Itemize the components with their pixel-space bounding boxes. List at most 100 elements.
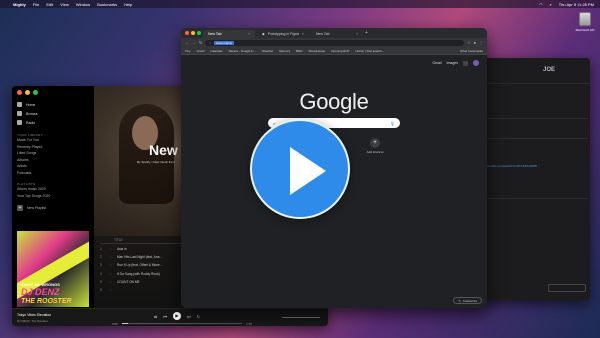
menu-window[interactable]: Window <box>76 2 90 7</box>
apps-grid-icon[interactable] <box>463 60 468 66</box>
bookmark-item[interactable]: Weather <box>262 49 273 53</box>
now-playing-title[interactable]: Tokyo Vibes Elevation <box>17 313 51 317</box>
nav-home[interactable]: Home <box>17 100 89 109</box>
nav-browse[interactable]: Browse <box>17 109 89 118</box>
pencil-icon: ✎ <box>458 298 461 303</box>
divider <box>470 198 588 199</box>
heart-icon[interactable]: ♡ <box>109 255 114 259</box>
bookmark-item[interactable]: Tiny <box>185 49 191 53</box>
search-icon: ⌕ <box>209 40 212 45</box>
close-button[interactable] <box>185 31 189 35</box>
now-playing-cover[interactable]: EIGHT MY WRONGS DJ DENZ THE ROOSTER <box>17 231 89 307</box>
profile-icon[interactable]: ● <box>474 40 476 45</box>
minimize-button[interactable] <box>25 90 30 95</box>
new-tab-button[interactable]: + <box>365 30 368 36</box>
images-link[interactable]: Images <box>447 61 458 65</box>
close-icon[interactable]: × <box>302 32 304 36</box>
avatar[interactable] <box>473 60 479 66</box>
previous-icon[interactable]: ⏮ <box>163 314 167 319</box>
address-input[interactable]: www.mighty <box>214 40 235 45</box>
zoom-button[interactable] <box>197 31 201 35</box>
track-row[interactable]: 2 ♡ Man Hits Last Night (feat. Ana... <box>100 253 192 261</box>
bookmark-item[interactable]: BDD <box>296 49 302 53</box>
menu-bar: Mighty File Edit View Window Bookmarks H… <box>0 0 600 8</box>
microphone-icon[interactable]: 🎙 <box>390 121 395 126</box>
menu-bookmarks[interactable]: Bookmarks <box>97 2 117 7</box>
bookmark-item[interactable]: Notion | Doc search... <box>355 49 384 53</box>
library-list: Made For You Recently Played Liked Songs… <box>17 137 89 176</box>
menu-app-name[interactable]: Mighty <box>13 2 26 7</box>
menu-icon[interactable]: ⋮ <box>479 40 483 45</box>
disk-label: Macintosh HD <box>575 28 595 32</box>
add-shortcut-label: Add shortcut <box>366 150 384 154</box>
track-row[interactable]: 3 ♡ Run It Up (feat. Offset & Mone... <box>100 261 192 269</box>
menu-help[interactable]: Help <box>124 2 132 7</box>
menu-file[interactable]: File <box>33 2 39 7</box>
header-spacer <box>100 238 114 243</box>
bookmark-item[interactable]: Calendar <box>210 49 222 53</box>
track-row[interactable]: 6 ♡ <box>100 286 192 294</box>
volume-slider[interactable] <box>282 317 320 318</box>
back-icon[interactable]: ← <box>185 40 189 45</box>
heart-icon[interactable]: ♡ <box>109 288 114 292</box>
now-playing-artist[interactable]: DJ DENZ, The Rooster <box>17 319 48 323</box>
track-title: Asia in <box>117 247 127 252</box>
bookmark-item[interactable]: Mercury <box>279 49 290 53</box>
tab-figma[interactable]: ◆Prototyping in Figma - Figma...× <box>257 30 309 38</box>
track-title: Man Hits Last Night (feat. Ana... <box>117 255 162 260</box>
next-icon[interactable]: ⏭ <box>187 314 191 319</box>
wifi-icon[interactable]: ◠ <box>539 2 543 7</box>
progress-track[interactable] <box>121 323 243 324</box>
cover-line3: THE ROOSTER <box>21 298 72 305</box>
heart-icon[interactable]: ♡ <box>109 280 114 284</box>
new-playlist-label: New Playlist <box>27 206 47 210</box>
site-logo[interactable]: JOE <box>543 67 555 73</box>
video-play-button[interactable] <box>250 119 350 219</box>
other-bookmarks[interactable]: Other bookmarks <box>460 49 483 53</box>
forward-icon[interactable]: → <box>192 40 196 45</box>
heart-icon[interactable]: ♡ <box>109 263 114 267</box>
play-button[interactable]: ▶ <box>172 312 181 320</box>
playlists-list: Album music 2020 Your Top Songs 2020 <box>17 186 89 199</box>
playlist-item[interactable]: Your Top Songs 2020 <box>17 193 89 200</box>
browser-toolbar: ← → ↻ ⌕ www.mighty ☆ ● ⋮ <box>181 38 487 47</box>
library-item[interactable]: Podcasts <box>17 170 89 177</box>
address-bar[interactable]: ⌕ www.mighty <box>205 39 464 46</box>
customize-button[interactable]: ✎ Customize <box>453 297 482 304</box>
gmail-link[interactable]: Gmail <box>432 61 441 65</box>
title-column-header[interactable]: TITLE <box>114 238 123 243</box>
progress-bar[interactable]: 0:05 2:55 <box>112 322 252 326</box>
add-shortcut-tile[interactable]: + Add shortcut <box>363 138 387 154</box>
input-box[interactable] <box>548 284 586 292</box>
track-row[interactable]: 5 ♡ COUNT ON ME <box>100 278 192 286</box>
tab-new-tab[interactable]: New Tab × <box>203 30 255 38</box>
track-number: 6 <box>100 288 102 293</box>
bookmark-item[interactable]: Gmail <box>197 49 205 53</box>
menu-clock[interactable]: Thu Apr 8 11:28 PM <box>559 2 594 7</box>
search-icon[interactable]: ⌕ <box>549 2 551 7</box>
bookmark-item[interactable]: Opening EUP <box>331 49 349 53</box>
tab-label: New Tab <box>316 32 330 36</box>
window-controls <box>185 31 201 35</box>
track-row[interactable]: 1 ♡ Asia in <box>100 245 192 253</box>
menu-view[interactable]: View <box>60 2 69 7</box>
close-icon[interactable]: × <box>356 32 358 36</box>
reload-icon[interactable]: ↻ <box>199 40 202 45</box>
zoom-button[interactable] <box>33 90 38 95</box>
bookmark-item[interactable]: Recent - Google D... <box>229 49 256 53</box>
repeat-icon[interactable]: ↻ <box>197 314 200 319</box>
tab-new-tab-2[interactable]: New Tab × <box>311 30 363 38</box>
track-row[interactable]: 4 ♡ If Da Gang (with Roddy Ricch) <box>100 270 192 278</box>
desktop-disk-icon[interactable]: Macintosh HD <box>575 12 595 32</box>
bookmark-item[interactable]: StreetHouse <box>308 49 325 53</box>
new-playlist-button[interactable]: + New Playlist <box>17 205 89 211</box>
heart-icon[interactable]: ♡ <box>109 247 114 251</box>
heart-icon[interactable]: ♡ <box>109 272 114 276</box>
menu-edit[interactable]: Edit <box>46 2 53 7</box>
minimize-button[interactable] <box>191 31 195 35</box>
close-icon[interactable]: × <box>248 32 250 36</box>
shuffle-icon[interactable]: ⇄ <box>154 314 157 319</box>
star-icon[interactable]: ☆ <box>467 40 471 45</box>
close-button[interactable] <box>17 90 22 95</box>
nav-radio[interactable]: Radio <box>17 118 89 127</box>
